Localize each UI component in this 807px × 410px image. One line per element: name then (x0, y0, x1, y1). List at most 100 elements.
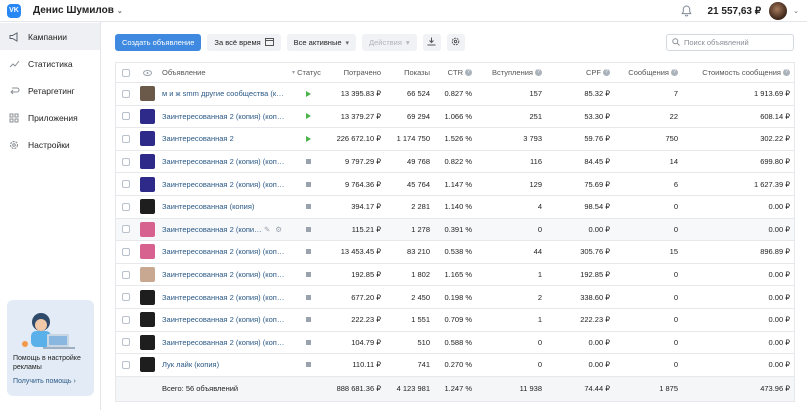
row-checkbox[interactable] (122, 196, 130, 218)
help-icon[interactable]: ? (671, 69, 678, 76)
status-stopped-icon[interactable] (306, 173, 316, 195)
status-stopped-icon[interactable] (306, 196, 316, 218)
row-checkbox[interactable] (122, 332, 130, 354)
col-ctr-header[interactable]: CTR? (436, 63, 472, 82)
row-checkbox[interactable] (122, 286, 130, 308)
ad-name-link[interactable]: Заинтересованная 2 (копия) (копия) (162, 241, 286, 263)
sidebar-item-statistics[interactable]: Статистика (0, 50, 100, 77)
ad-thumbnail[interactable] (140, 128, 156, 150)
table-row[interactable]: Заинтересованная (копия) 394.17 ₽ 2 281 1.1… (116, 196, 794, 219)
status-stopped-icon[interactable] (306, 332, 316, 354)
help-icon[interactable]: ? (465, 69, 472, 76)
ad-name-link[interactable]: Заинтересованная 2 (копия) (копия) (162, 151, 286, 173)
ad-thumbnail[interactable] (140, 83, 156, 105)
ad-thumbnail[interactable] (140, 309, 156, 331)
ad-name-link[interactable]: Заинтересованная 2 (копия) (копия) (162, 286, 286, 308)
ad-thumbnail[interactable] (140, 332, 156, 354)
col-msg-cost-header[interactable]: Стоимость сообщения? (686, 63, 790, 82)
table-row[interactable]: Заинтересованная 2 (копия) (копия) 9 764.… (116, 173, 794, 196)
table-row[interactable]: Заинтересованная 2 (копия) (копия) 192.85… (116, 264, 794, 287)
row-checkbox[interactable] (122, 173, 130, 195)
ad-name-link[interactable]: Заинтересованная 2 (копия) (копия) (162, 219, 262, 241)
ad-thumbnail[interactable] (140, 264, 156, 286)
settings-icon[interactable]: ⚙ (275, 225, 282, 234)
status-stopped-icon[interactable] (306, 286, 316, 308)
col-cpf-header[interactable]: CPF? (556, 63, 610, 82)
edit-icon[interactable]: ✎ (264, 225, 270, 234)
account-switcher[interactable]: Денис Шумилов ⌄ (33, 5, 123, 16)
ad-thumbnail[interactable] (140, 354, 156, 376)
ad-name-link[interactable]: м и ж smm другие сообщества (копия) (162, 83, 286, 105)
create-ad-button[interactable]: Создать объявление (115, 34, 202, 51)
help-icon[interactable]: ? (603, 69, 610, 76)
col-spent-header[interactable]: Потрачено (331, 63, 381, 82)
table-row[interactable]: Заинтересованная 2 (копия) (копия) 677.20… (116, 286, 794, 309)
row-checkbox[interactable] (122, 309, 130, 331)
actions-dropdown[interactable]: Действия ▾ (362, 34, 417, 51)
download-button[interactable] (422, 34, 441, 51)
period-select[interactable]: За всё время (207, 34, 281, 51)
search-input[interactable]: Поиск объявлений (666, 34, 794, 51)
select-all-checkbox[interactable] (122, 63, 130, 82)
ad-thumbnail[interactable] (140, 286, 156, 308)
row-checkbox[interactable] (122, 106, 130, 128)
ad-thumbnail[interactable] (140, 106, 156, 128)
col-name-header[interactable]: Объявление (162, 63, 282, 82)
row-checkbox[interactable] (122, 264, 130, 286)
status-stopped-icon[interactable] (306, 354, 316, 376)
table-row[interactable]: Заинтересованная 2 (копия) (копия)✎⚙115.… (116, 218, 794, 242)
get-help-link[interactable]: Получить помощь › (13, 378, 88, 385)
help-icon[interactable]: ? (783, 69, 790, 76)
table-row[interactable]: Заинтересованная 2 (копия) (копия) 104.79… (116, 332, 794, 355)
ad-thumbnail[interactable] (140, 219, 156, 241)
ad-name-link[interactable]: Заинтересованная 2 (162, 128, 286, 150)
row-checkbox[interactable] (122, 128, 130, 150)
table-row[interactable]: Заинтересованная 2 (копия) (копия) 13 379… (116, 106, 794, 129)
status-active-icon[interactable] (306, 83, 316, 105)
sidebar-item-campaigns[interactable]: Кампании (0, 23, 100, 50)
ad-name-link[interactable]: Заинтересованная 2 (копия) (копия) (162, 264, 286, 286)
ad-name-link[interactable]: Лук лайк (копия) (162, 354, 286, 376)
status-active-icon[interactable] (306, 128, 316, 150)
ad-name-link[interactable]: Заинтересованная 2 (копия) (копия) (162, 332, 286, 354)
col-status-header[interactable]: ▾ Статус (292, 63, 328, 82)
table-settings-button[interactable] (446, 34, 465, 51)
row-checkbox[interactable] (122, 354, 130, 376)
vk-logo[interactable]: VK (7, 3, 21, 18)
bell-icon[interactable] (679, 4, 693, 18)
table-row[interactable]: Заинтересованная 2 (копия) (копия) 9 797.… (116, 151, 794, 174)
col-impressions-header[interactable]: Показы (386, 63, 430, 82)
chevron-down-icon[interactable]: ⌄ (793, 7, 799, 15)
table-row[interactable]: Заинтересованная 2 (копия) (копия) 13 453… (116, 241, 794, 264)
status-stopped-icon[interactable] (306, 241, 316, 263)
help-icon[interactable]: ? (535, 69, 542, 76)
ad-thumbnail[interactable] (140, 196, 156, 218)
avatar[interactable] (769, 2, 788, 20)
table-row[interactable]: Лук лайк (копия) 110.11 ₽ 741 0.270 % 0 0.00 … (116, 354, 794, 377)
status-stopped-icon[interactable] (306, 264, 316, 286)
ad-name-link[interactable]: Заинтересованная 2 (копия) (копия) (162, 173, 286, 195)
sidebar-item-apps[interactable]: Приложения (0, 104, 100, 131)
col-messages-header[interactable]: Сообщения? (614, 63, 678, 82)
sidebar-item-settings[interactable]: Настройки (0, 131, 100, 158)
ad-thumbnail[interactable] (140, 173, 156, 195)
row-checkbox[interactable] (122, 151, 130, 173)
table-row[interactable]: Заинтересованная 2 226 672.10 ₽ 1 174 750 1… (116, 128, 794, 151)
ad-thumbnail[interactable] (140, 151, 156, 173)
eye-icon[interactable] (143, 63, 153, 82)
balance[interactable]: 21 557,63 ₽ (707, 6, 761, 17)
status-stopped-icon[interactable] (306, 309, 316, 331)
status-stopped-icon[interactable] (306, 151, 316, 173)
row-checkbox[interactable] (122, 241, 130, 263)
row-checkbox[interactable] (122, 83, 130, 105)
status-stopped-icon[interactable] (306, 219, 316, 241)
ad-name-link[interactable]: Заинтересованная 2 (копия) (копия) (162, 309, 286, 331)
status-active-icon[interactable] (306, 106, 316, 128)
table-row[interactable]: м и ж smm другие сообщества (копия) 13 39… (116, 83, 794, 106)
status-filter-select[interactable]: Все активные ▾ (286, 34, 357, 51)
row-checkbox[interactable] (122, 219, 130, 241)
ad-thumbnail[interactable] (140, 241, 156, 263)
ad-name-link[interactable]: Заинтересованная (копия) (162, 196, 286, 218)
col-joins-header[interactable]: Вступления? (478, 63, 542, 82)
sidebar-item-retargeting[interactable]: Ретаргетинг (0, 77, 100, 104)
